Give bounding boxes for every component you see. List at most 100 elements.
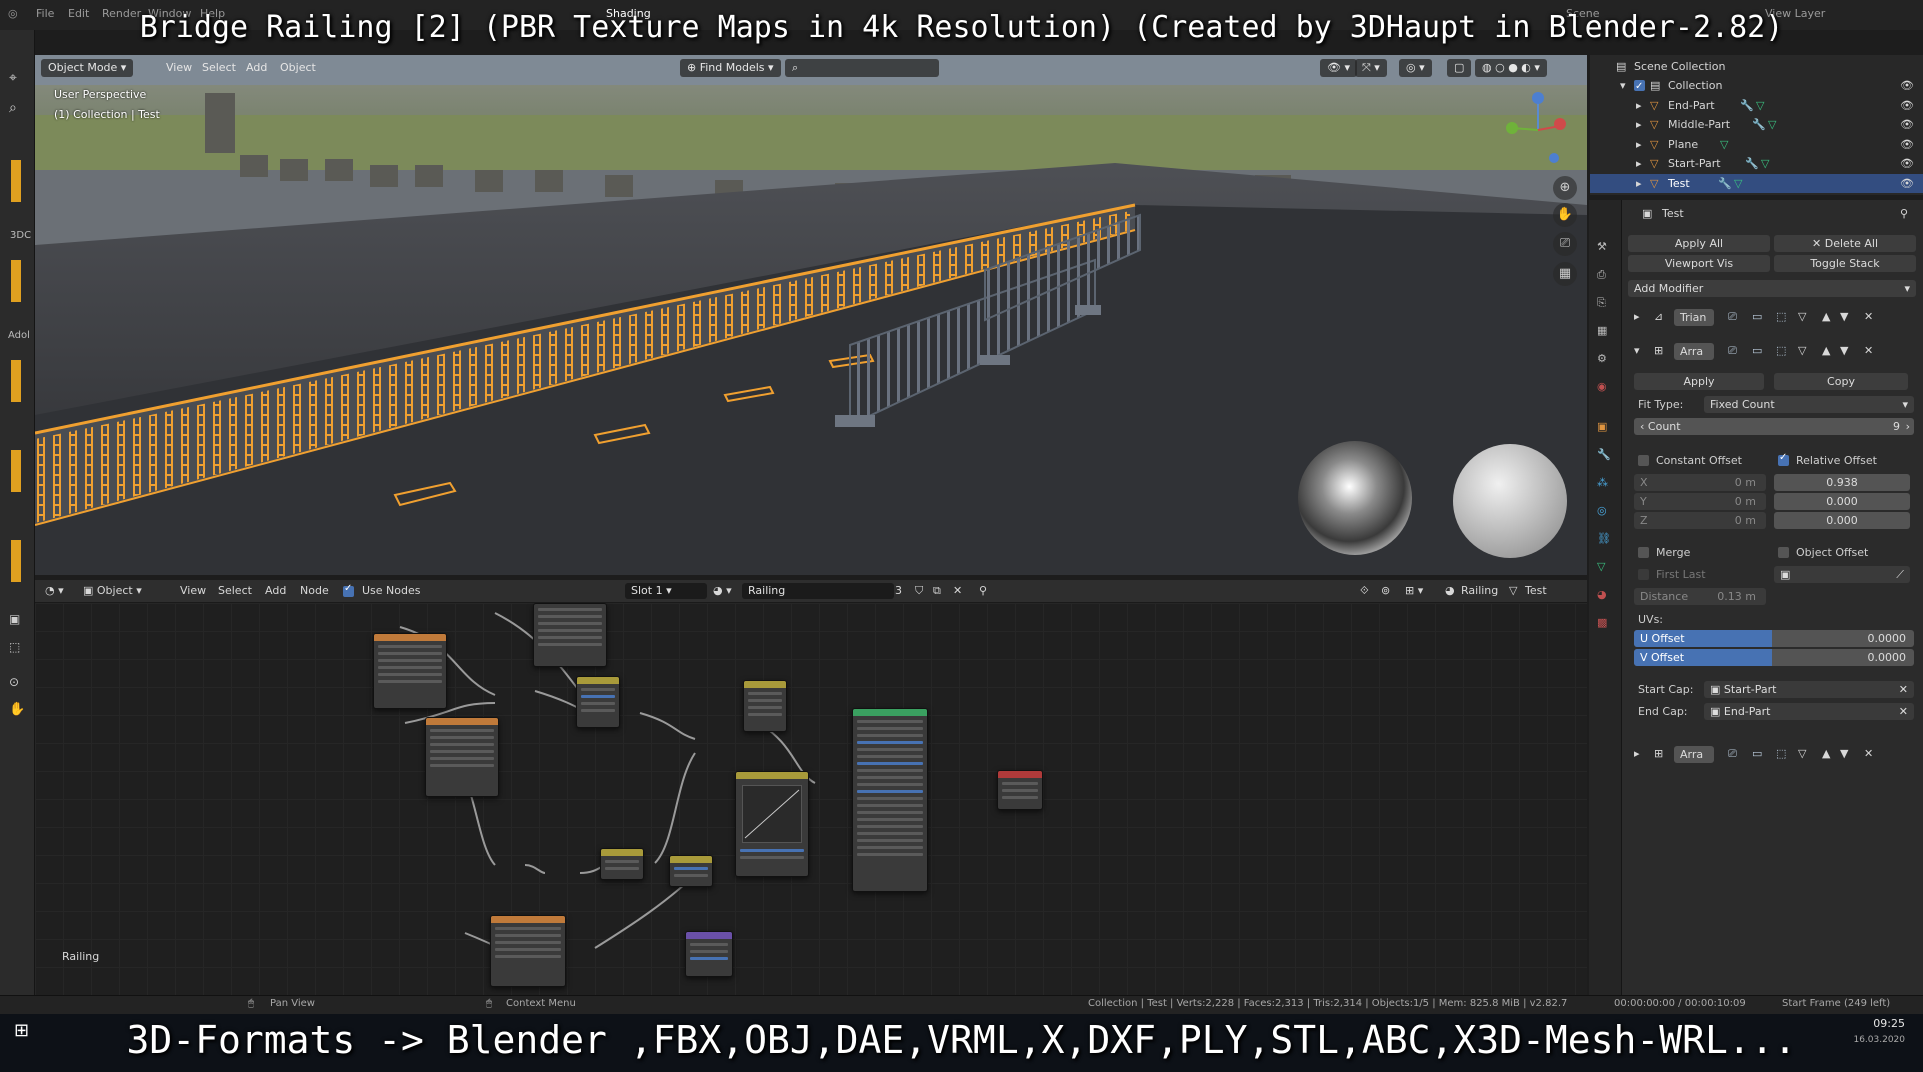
- move-down-icon[interactable]: ▼: [1840, 310, 1848, 323]
- texture-tab-icon[interactable]: ▩: [1597, 616, 1607, 629]
- eye-icon[interactable]: 👁: [1900, 115, 1914, 134]
- modifier-name-field[interactable]: Arra: [1674, 746, 1714, 763]
- outliner-item-test[interactable]: ▸ ▽ Test 🔧 ▽ 👁: [1590, 174, 1923, 193]
- constant-offset-y[interactable]: Y0 m: [1634, 493, 1766, 510]
- relative-offset-z[interactable]: 0.000: [1774, 512, 1910, 529]
- zoom-icon[interactable]: ⊙: [9, 675, 19, 689]
- outliner-item-middle-part[interactable]: ▸ ▽ Middle-Part 🔧 ▽ 👁: [1590, 115, 1923, 134]
- camera-icon[interactable]: ⎚: [1728, 310, 1737, 324]
- u-offset-field[interactable]: U Offset 0.0000: [1634, 630, 1914, 647]
- use-nodes-checkbox[interactable]: [343, 583, 354, 597]
- cage-icon[interactable]: ▽: [1798, 344, 1806, 357]
- material-users-count[interactable]: 3: [895, 583, 902, 599]
- hand-icon[interactable]: ✋: [9, 702, 25, 717]
- toolbar-handle-3[interactable]: [11, 360, 21, 402]
- relative-offset-x[interactable]: 0.938: [1774, 474, 1910, 491]
- render-tab-icon[interactable]: ⎙: [1597, 268, 1606, 282]
- node-menu-view[interactable]: View: [180, 583, 206, 599]
- close-icon[interactable]: ✕: [1864, 310, 1873, 323]
- node-menu-select[interactable]: Select: [218, 583, 252, 599]
- move-down-icon[interactable]: ▼: [1840, 747, 1848, 760]
- node-menu-add[interactable]: Add: [265, 583, 286, 599]
- view-layer-tab-icon[interactable]: ▦: [1597, 324, 1607, 337]
- snap-icon[interactable]: ⟐: [1360, 583, 1369, 599]
- constant-offset-z[interactable]: Z0 m: [1634, 512, 1766, 529]
- node-editor-canvas[interactable]: [35, 603, 1587, 995]
- viewport-vis-button[interactable]: Viewport Vis: [1628, 255, 1770, 272]
- eye-icon[interactable]: 👁: [1900, 76, 1914, 95]
- merge-checkbox[interactable]: [1638, 547, 1649, 558]
- viewport-menu-object[interactable]: Object: [275, 59, 321, 77]
- outliner-item-plane[interactable]: ▸ ▽ Plane ▽ 👁: [1590, 135, 1923, 154]
- navigation-gizmo[interactable]: [1500, 88, 1570, 168]
- node-rgb-curves[interactable]: [735, 771, 809, 877]
- object-right-label[interactable]: Test: [1525, 583, 1547, 599]
- material-right-label[interactable]: Railing: [1461, 583, 1498, 599]
- physics-tab-icon[interactable]: ◎: [1597, 504, 1607, 517]
- node-image-texture-4[interactable]: [490, 915, 566, 987]
- camera-icon[interactable]: ⎚: [1728, 747, 1737, 761]
- toolbar-handle-4[interactable]: [11, 450, 21, 492]
- eye-icon[interactable]: 👁: [1900, 174, 1914, 193]
- data-tab-icon[interactable]: ▽: [1597, 560, 1605, 573]
- close-icon[interactable]: ✕: [1864, 747, 1873, 760]
- end-cap-field[interactable]: ▣ End-Part ✕: [1704, 703, 1914, 720]
- object-offset-checkbox[interactable]: [1778, 547, 1789, 558]
- material-browse-icon[interactable]: ◕ ▾: [713, 583, 732, 599]
- editmode-icon[interactable]: ⬚: [1776, 310, 1786, 323]
- object-mode-dropdown[interactable]: Object Mode ▾: [41, 59, 134, 77]
- grid-icon[interactable]: ▦: [1553, 262, 1577, 286]
- cursor-tool-icon[interactable]: ⌖: [9, 70, 17, 86]
- constant-offset-x[interactable]: X0 m: [1634, 474, 1766, 491]
- editor-type-icon[interactable]: ◔ ▾: [45, 583, 64, 599]
- modifier-tab-icon[interactable]: 🔧: [1597, 448, 1611, 461]
- add-modifier-dropdown[interactable]: Add Modifier ▾: [1628, 280, 1916, 297]
- node-math-1[interactable]: [600, 848, 644, 880]
- constraints-tab-icon[interactable]: ⛓: [1597, 532, 1611, 545]
- eye-icon[interactable]: 👁: [1900, 96, 1914, 115]
- editmode-icon[interactable]: ⬚: [1776, 344, 1786, 357]
- viewport-search-field[interactable]: ⌕: [785, 59, 939, 77]
- constant-offset-checkbox[interactable]: [1638, 455, 1649, 466]
- node-math-2[interactable]: [669, 855, 713, 887]
- modifier-triangulate-header[interactable]: ▸ ⊿ Trian ⎚ ▭ ⬚ ▽ ▲ ▼ ✕: [1622, 308, 1923, 328]
- toggle-stack-button[interactable]: Toggle Stack: [1774, 255, 1916, 272]
- fake-user-icon[interactable]: ⛉: [915, 583, 923, 599]
- camera-icon[interactable]: ⎚: [1728, 344, 1737, 358]
- modifier-name-field[interactable]: Trian: [1674, 309, 1714, 326]
- start-cap-field[interactable]: ▣ Start-Part ✕: [1704, 681, 1914, 698]
- node-type-dropdown[interactable]: ▣ Object ▾: [83, 583, 142, 599]
- viewport-menu-view[interactable]: View: [161, 59, 197, 77]
- world-tab-icon[interactable]: ◉: [1597, 380, 1607, 393]
- proportional-icon[interactable]: ⊚: [1381, 583, 1390, 599]
- editmode-icon[interactable]: ⬚: [1776, 747, 1786, 760]
- apply-button[interactable]: Apply: [1634, 373, 1764, 390]
- toolbar-handle-1[interactable]: [11, 160, 21, 202]
- modifier-name-field[interactable]: Arra: [1674, 343, 1714, 360]
- close-icon[interactable]: ✕: [1864, 344, 1873, 357]
- object-right-icon[interactable]: ▽: [1509, 583, 1517, 599]
- first-last-checkbox[interactable]: [1638, 569, 1649, 580]
- tool-tab-icon[interactable]: ⚒: [1597, 240, 1607, 253]
- fit-type-dropdown[interactable]: Fixed Count ▾: [1704, 396, 1914, 413]
- node-menu-node[interactable]: Node: [300, 583, 329, 599]
- duplicate-material-icon[interactable]: ⧉: [933, 583, 941, 599]
- outliner-collection[interactable]: ▾▤Collection👁: [1590, 76, 1923, 96]
- node-material-output[interactable]: [997, 770, 1043, 810]
- distance-field[interactable]: Distance 0.13 m: [1634, 588, 1766, 605]
- move-up-icon[interactable]: ▲: [1822, 747, 1830, 760]
- outliner-scene-collection[interactable]: ▤ Scene Collection: [1590, 57, 1923, 76]
- relative-offset-y[interactable]: 0.000: [1774, 493, 1910, 510]
- gizmo-toggle-icon[interactable]: ⤧ ▾: [1355, 59, 1387, 77]
- shading-modes-icon[interactable]: ◍ ○ ● ◐ ▾: [1475, 59, 1547, 77]
- cage-icon[interactable]: ▽: [1798, 747, 1806, 760]
- modifier-array-header[interactable]: ▾ ⊞ Arra ⎚ ▭ ⬚ ▽ ▲ ▼ ✕: [1622, 342, 1923, 362]
- scene-tab-icon[interactable]: ⚙: [1597, 352, 1607, 365]
- editor-type-icon[interactable]: ▣: [9, 612, 20, 626]
- toolbar-handle-2[interactable]: [11, 260, 21, 302]
- find-models-dropdown[interactable]: ⊕ Find Models ▾: [680, 59, 781, 77]
- v-offset-field[interactable]: V Offset 0.0000: [1634, 649, 1914, 666]
- node-image-texture-2[interactable]: [533, 603, 607, 667]
- material-tab-icon[interactable]: ◕: [1597, 588, 1607, 601]
- particles-tab-icon[interactable]: ⁂: [1597, 476, 1608, 489]
